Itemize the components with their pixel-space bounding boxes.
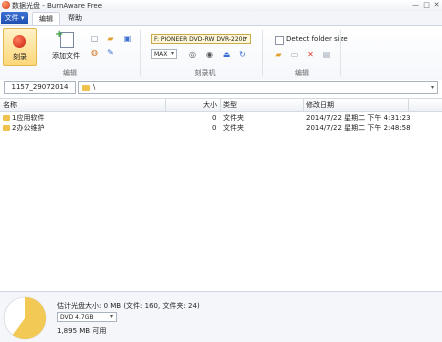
row-modified: 2014/7/22 星期二 下午 4:31:23 [306, 114, 411, 122]
minimize-button[interactable]: — [411, 1, 420, 9]
ribbon-tab-bar: 文件 ▾ 编辑 帮助 [0, 11, 442, 25]
burn-button-label: 刻录 [13, 53, 27, 61]
group-label-recorder: 刻录机 [194, 69, 216, 77]
column-header-size[interactable]: 大小 [203, 99, 217, 111]
eject-icon[interactable]: ⏏ [222, 50, 231, 59]
column-separator[interactable] [303, 99, 304, 111]
chevron-down-icon[interactable]: ▾ [431, 82, 434, 93]
row-modified: 2014/7/22 星期二 下午 2:48:58 [306, 124, 411, 132]
folder-icon [82, 85, 90, 91]
drive-select[interactable]: F: PIONEER DVD-RW DVR-220L [151, 34, 251, 44]
close-button[interactable]: ✕ [432, 1, 441, 9]
group-separator [140, 30, 141, 76]
column-separator[interactable] [220, 99, 221, 111]
save-icon[interactable]: ▣ [123, 34, 132, 43]
disc-type-select[interactable]: DVD 4.7GB [57, 312, 117, 322]
open-folder-icon[interactable]: ▰ [106, 34, 115, 43]
row-name: 2办公维护 [12, 124, 45, 132]
row-type: 文件夹 [223, 114, 244, 122]
row-size: 0 [212, 124, 217, 132]
detect-folder-size-checkbox[interactable] [275, 36, 284, 45]
disc-info-icon[interactable]: ◉ [205, 50, 214, 59]
detect-folder-size-label: Detect folder size [286, 35, 348, 43]
group-label-edit: 编辑 [63, 69, 77, 77]
row-size: 0 [212, 114, 217, 122]
group-separator [340, 30, 341, 76]
column-header-type[interactable]: 类型 [223, 99, 237, 111]
maximize-button[interactable]: □ [422, 1, 431, 9]
chevron-down-icon[interactable]: ▾ [244, 35, 247, 42]
chevron-down-icon[interactable]: ▾ [171, 50, 174, 57]
path-bar: 1157_29072014 \ ▾ [0, 80, 442, 94]
column-separator[interactable] [408, 99, 409, 111]
tools-icon[interactable]: ✎ [106, 48, 115, 57]
refresh-drive-icon[interactable]: ◎ [188, 50, 197, 59]
add-files-label: 添加文件 [52, 52, 80, 60]
folder-icon[interactable]: ▰ [274, 50, 283, 59]
current-path: \ [93, 83, 96, 91]
disc-status-panel: 估计光盘大小: 0 MB (文件: 160, 文件夹: 24) DVD 4.7G… [0, 291, 442, 342]
row-name: 1应用软件 [12, 114, 45, 122]
delete-icon[interactable]: ✕ [306, 50, 315, 59]
burn-record-icon [13, 35, 26, 48]
disc-label-input[interactable]: 1157_29072014 [4, 81, 76, 94]
file-list-header: 名称 大小 类型 修改日期 [0, 98, 442, 112]
tab-edit[interactable]: 编辑 [32, 12, 60, 25]
properties-icon[interactable]: ▤ [322, 50, 331, 59]
add-file-icon [55, 29, 74, 48]
window-title: 数据光盘 - BurnAware Free [12, 2, 103, 10]
column-header-name[interactable]: 名称 [3, 99, 17, 111]
disc-usage-pie [3, 296, 47, 340]
chevron-down-icon[interactable]: ▾ [110, 313, 113, 320]
add-files-button[interactable]: 添加文件 [50, 28, 82, 64]
group-label-edit: 编辑 [295, 69, 309, 77]
column-header-modified[interactable]: 修改日期 [306, 99, 334, 111]
file-list-row[interactable]: 2办公维护 0 文件夹 2014/7/22 星期二 下午 2:48:58 [0, 123, 442, 133]
estimated-disc-size: 估计光盘大小: 0 MB (文件: 160, 文件夹: 24) [57, 302, 200, 310]
new-folder-icon[interactable]: ▢ [90, 34, 99, 43]
app-icon [2, 1, 10, 9]
path-dropdown[interactable]: \ ▾ [78, 81, 438, 94]
column-separator[interactable] [165, 99, 166, 111]
compile-icon[interactable]: ◍ [90, 48, 99, 57]
file-list-row[interactable]: 1应用软件 0 文件夹 2014/7/22 星期二 下午 4:31:23 [0, 113, 442, 123]
folder-icon [3, 125, 10, 131]
group-separator [262, 30, 263, 76]
rename-icon[interactable]: ▭ [290, 50, 299, 59]
file-menu-tab[interactable]: 文件 ▾ [1, 12, 28, 24]
burn-button[interactable]: 刻录 [3, 28, 37, 66]
ribbon: 刻录 添加文件 ▢ ▰ ▣ ◍ ✎ F: PIONEER DVD-RW DVR-… [0, 25, 442, 81]
tab-help[interactable]: 帮助 [62, 12, 88, 24]
row-type: 文件夹 [223, 124, 244, 132]
reload-icon[interactable]: ↻ [238, 50, 247, 59]
free-space-text: 1,895 MB 可用 [57, 327, 107, 335]
folder-icon [3, 115, 10, 121]
